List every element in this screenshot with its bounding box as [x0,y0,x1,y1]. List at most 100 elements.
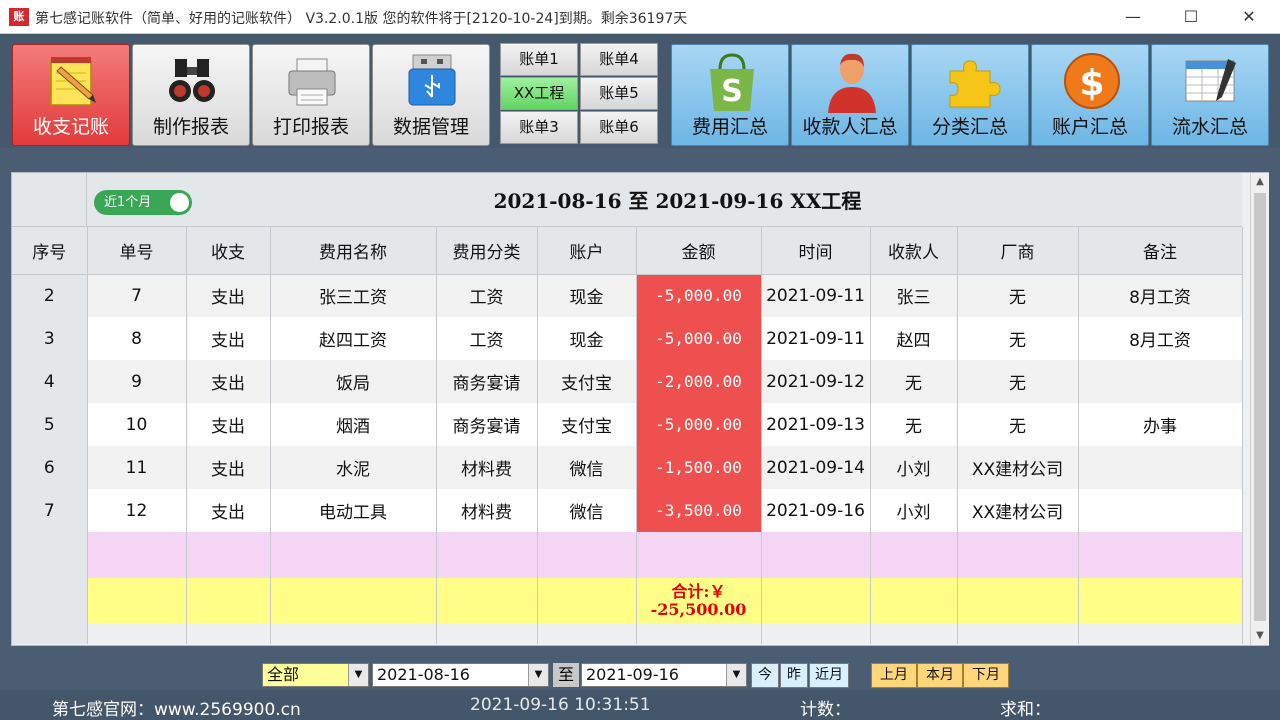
cell-amount[interactable]: -5,000.00 [636,403,762,446]
table-row[interactable]: 6 11 支出 水泥 材料费 微信 -1,500.00 2021-09-14 小… [12,446,1243,489]
end-date-picker[interactable]: 2021-09-16 ▼ [581,663,747,687]
cell-amount[interactable]: -1,500.00 [636,446,762,489]
ledger-button-1[interactable]: 账单1 [500,43,578,76]
cell-time[interactable]: 2021-09-14 [761,446,871,489]
col-header-amount[interactable]: 金额 [636,227,762,275]
cell-time[interactable]: 2021-09-16 [761,489,871,532]
start-date-picker[interactable]: 2021-08-16 ▼ [372,663,549,687]
cell-category[interactable]: 工资 [436,317,538,360]
cell-number[interactable]: 10 [87,403,187,446]
account-summary-button[interactable]: $ 账户汇总 [1031,44,1149,146]
ledger-button-5[interactable]: 账单5 [580,77,658,110]
cell-note[interactable] [1078,489,1243,532]
cell-type[interactable]: 支出 [186,317,271,360]
cell-note[interactable]: 8月工资 [1078,317,1243,360]
cell-amount[interactable]: -3,500.00 [636,489,762,532]
this-month-button[interactable]: 本月 [917,663,963,688]
payee-summary-button[interactable]: 收款人汇总 [791,44,909,146]
close-button[interactable]: ✕ [1226,0,1272,34]
cell-time[interactable]: 2021-09-12 [761,360,871,403]
ledger-button-6[interactable]: 账单6 [580,111,658,144]
col-header-expense-name[interactable]: 费用名称 [270,227,437,275]
ledger-button-4[interactable]: 账单4 [580,43,658,76]
cell-number[interactable] [87,532,187,578]
cell-time[interactable]: 2021-09-11 [761,274,871,317]
ledger-button-3[interactable]: 账单3 [500,111,578,144]
scroll-up-arrow-icon[interactable]: ▲ [1251,173,1269,191]
chevron-down-icon[interactable]: ▼ [348,664,368,686]
scroll-thumb[interactable] [1254,193,1266,621]
cell-note[interactable] [1078,446,1243,489]
cell-amount[interactable]: -2,000.00 [636,360,762,403]
previous-month-button[interactable]: 上月 [871,663,917,688]
col-header-account[interactable]: 账户 [537,227,637,275]
chevron-down-icon[interactable]: ▼ [726,664,746,686]
cell-vendor[interactable] [957,532,1079,578]
print-report-button[interactable]: 打印报表 [252,44,370,146]
cell-number[interactable]: 11 [87,446,187,489]
make-report-button[interactable]: 制作报表 [132,44,250,146]
cell-category[interactable]: 工资 [436,274,538,317]
table-row[interactable]: 7 12 支出 电动工具 材料费 微信 -3,500.00 2021-09-16… [12,489,1243,532]
cell-payee[interactable]: 无 [870,360,958,403]
cell-amount[interactable]: -5,000.00 [636,274,762,317]
col-header-category[interactable]: 费用分类 [436,227,538,275]
yesterday-button[interactable]: 昨 [780,663,808,688]
cell-expense-name[interactable]: 烟酒 [270,403,437,446]
cell-time[interactable] [761,532,871,578]
recent-month-button[interactable]: 近月 [809,663,849,688]
cell-note[interactable] [1078,360,1243,403]
cell-time[interactable]: 2021-09-11 [761,317,871,360]
cell-payee[interactable] [870,532,958,578]
website-link[interactable]: 第七感官网：www.2569900.cn [52,695,301,720]
cell-category[interactable]: 材料费 [436,446,538,489]
maximize-button[interactable]: ☐ [1168,0,1214,34]
cell-category[interactable]: 商务宴请 [436,403,538,446]
cell-number[interactable]: 7 [87,274,187,317]
col-header-vendor[interactable]: 厂商 [957,227,1079,275]
cell-note[interactable] [1078,532,1243,578]
cell-vendor[interactable]: XX建材公司 [957,446,1079,489]
cell-expense-name[interactable]: 赵四工资 [270,317,437,360]
cell-number[interactable]: 8 [87,317,187,360]
col-header-type[interactable]: 收支 [186,227,271,275]
new-entry-row[interactable] [12,532,1243,578]
cell-type[interactable]: 支出 [186,489,271,532]
cell-type[interactable]: 支出 [186,274,271,317]
cell-type[interactable] [186,532,271,578]
cell-vendor[interactable]: 无 [957,274,1079,317]
ledger-button-xx-project[interactable]: XX工程 [500,77,578,110]
table-row[interactable]: 5 10 支出 烟酒 商务宴请 支付宝 -5,000.00 2021-09-13… [12,403,1243,446]
cell-amount[interactable]: -5,000.00 [636,317,762,360]
cell-expense-name[interactable]: 电动工具 [270,489,437,532]
chevron-down-icon[interactable]: ▼ [528,664,548,686]
cell-category[interactable] [436,532,538,578]
col-header-payee[interactable]: 收款人 [870,227,958,275]
today-button[interactable]: 今 [751,663,779,688]
cell-note[interactable]: 办事 [1078,403,1243,446]
cell-number[interactable]: 9 [87,360,187,403]
cell-expense-name[interactable]: 张三工资 [270,274,437,317]
cell-time[interactable]: 2021-09-13 [761,403,871,446]
cell-account[interactable] [537,532,637,578]
col-header-time[interactable]: 时间 [761,227,871,275]
data-management-button[interactable]: 数据管理 [372,44,490,146]
cell-amount[interactable] [636,532,762,578]
cell-type[interactable]: 支出 [186,360,271,403]
col-header-seq[interactable]: 序号 [12,227,88,275]
cell-expense-name[interactable] [270,532,437,578]
cell-note[interactable]: 8月工资 [1078,274,1243,317]
col-header-note[interactable]: 备注 [1078,227,1243,275]
cell-number[interactable]: 12 [87,489,187,532]
cell-payee[interactable]: 无 [870,403,958,446]
scroll-down-arrow-icon[interactable]: ▼ [1251,627,1269,645]
table-row[interactable]: 3 8 支出 赵四工资 工资 现金 -5,000.00 2021-09-11 赵… [12,317,1243,360]
expense-summary-button[interactable]: S 费用汇总 [671,44,789,146]
cell-vendor[interactable]: XX建材公司 [957,489,1079,532]
bookkeeping-button[interactable]: 收支记账 [12,44,130,146]
cell-payee[interactable]: 赵四 [870,317,958,360]
category-summary-button[interactable]: 分类汇总 [911,44,1029,146]
cell-account[interactable]: 现金 [537,274,637,317]
cell-type[interactable]: 支出 [186,446,271,489]
col-header-number[interactable]: 单号 [87,227,187,275]
